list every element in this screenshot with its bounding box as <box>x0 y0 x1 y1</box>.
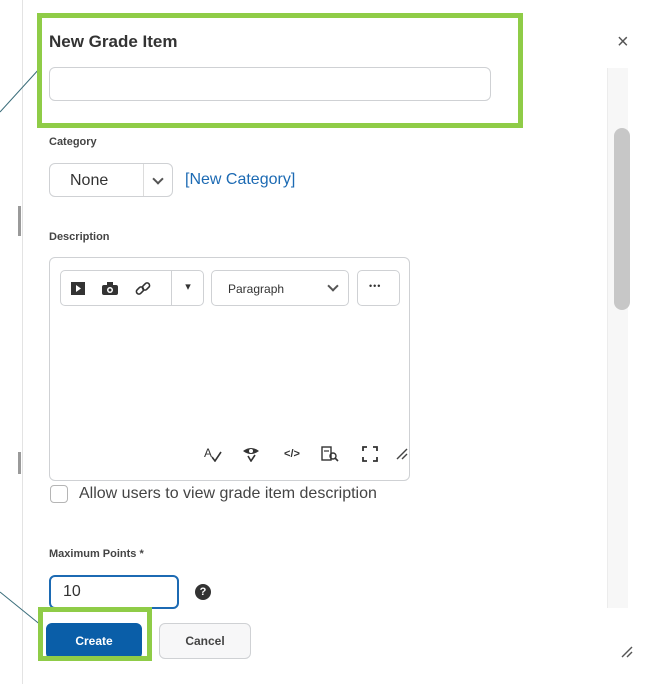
maximum-points-label: Maximum Points * <box>49 548 144 560</box>
maximum-points-input[interactable] <box>49 575 179 609</box>
source-code-icon[interactable]: </> <box>281 449 303 460</box>
format-select[interactable]: Paragraph <box>211 270 349 306</box>
camera-icon[interactable] <box>101 282 119 297</box>
allow-view-label: Allow users to view grade item descripti… <box>79 485 377 502</box>
preview-icon[interactable] <box>320 446 340 464</box>
callout-line <box>0 591 43 627</box>
resize-icon[interactable] <box>395 448 409 462</box>
more-options-button[interactable]: ••• <box>357 270 400 306</box>
spellcheck-icon[interactable]: A <box>203 446 223 465</box>
category-selected-value: None <box>70 172 109 189</box>
dialog-resize-icon[interactable] <box>621 645 633 661</box>
chevron-down-icon <box>327 280 339 292</box>
close-icon[interactable]: × <box>617 32 629 52</box>
highlight-box-create-button <box>38 607 152 661</box>
toolbar-divider <box>171 271 172 305</box>
fullscreen-icon[interactable] <box>360 446 380 464</box>
ellipsis-icon: ••• <box>369 281 382 291</box>
chevron-down-icon <box>152 173 164 185</box>
insert-media-icon[interactable] <box>69 282 87 297</box>
help-icon[interactable]: ? <box>195 584 211 600</box>
svg-text:A: A <box>204 446 212 460</box>
format-selected-value: Paragraph <box>228 282 285 296</box>
select-divider <box>143 164 144 196</box>
cancel-button[interactable]: Cancel <box>159 623 251 659</box>
description-editor[interactable]: ▾ Paragraph ••• A </> <box>49 257 410 481</box>
accessibility-icon[interactable] <box>241 446 261 464</box>
callout-line <box>0 67 41 113</box>
highlight-box-name-field <box>37 13 523 128</box>
category-select[interactable]: None <box>49 163 173 197</box>
more-insert-dropdown-icon[interactable]: ▾ <box>179 282 197 293</box>
link-icon[interactable] <box>134 281 152 299</box>
scrollbar-thumb[interactable] <box>614 128 630 310</box>
insert-toolbar-group: ▾ <box>60 270 204 306</box>
new-category-link[interactable]: [New Category] <box>185 171 295 189</box>
